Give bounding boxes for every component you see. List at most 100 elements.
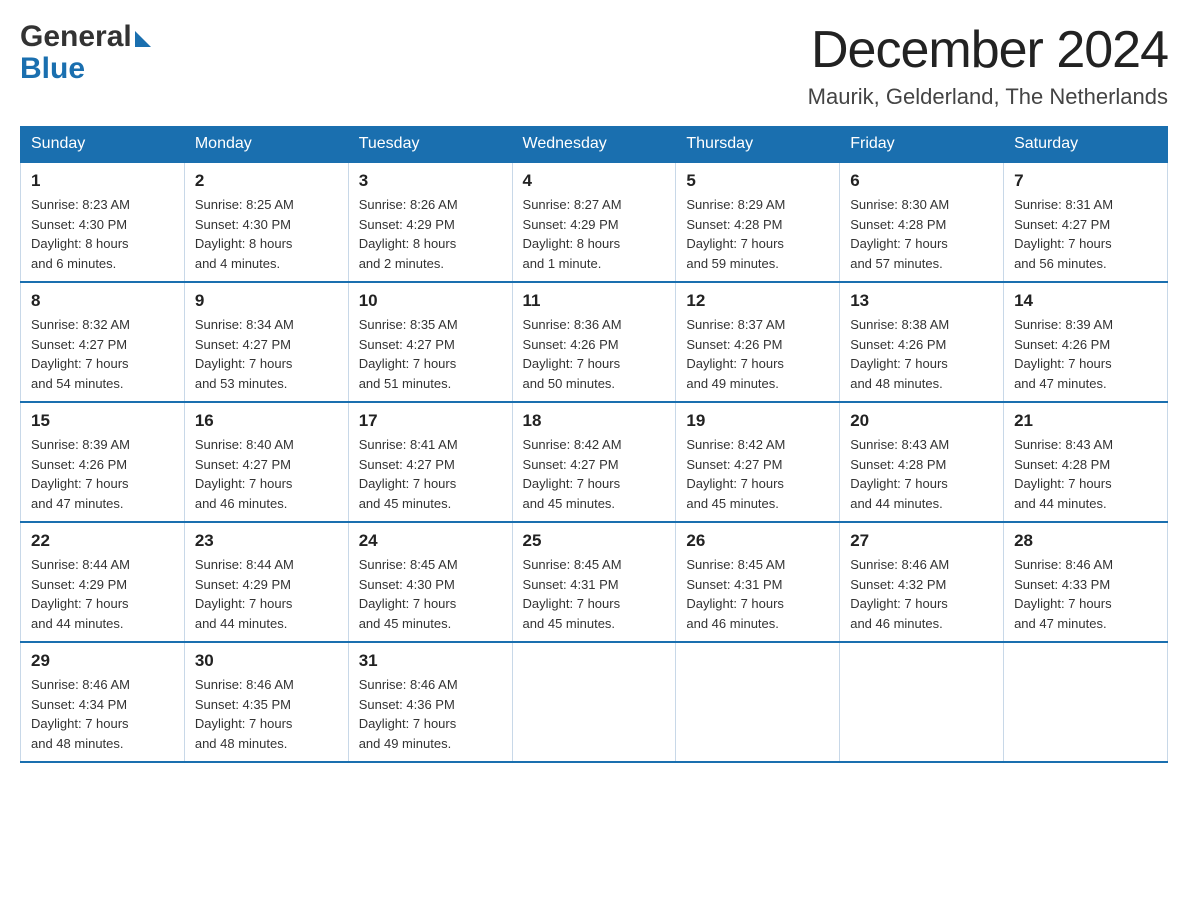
day-number: 15 <box>31 411 174 431</box>
day-number: 12 <box>686 291 829 311</box>
day-number: 10 <box>359 291 502 311</box>
calendar-cell: 31 Sunrise: 8:46 AMSunset: 4:36 PMDaylig… <box>348 642 512 762</box>
day-info: Sunrise: 8:27 AMSunset: 4:29 PMDaylight:… <box>523 195 666 273</box>
logo-blue: Blue <box>20 52 85 86</box>
day-info: Sunrise: 8:46 AMSunset: 4:36 PMDaylight:… <box>359 675 502 753</box>
calendar-cell: 22 Sunrise: 8:44 AMSunset: 4:29 PMDaylig… <box>21 522 185 642</box>
week-row-3: 15 Sunrise: 8:39 AMSunset: 4:26 PMDaylig… <box>21 402 1168 522</box>
day-number: 20 <box>850 411 993 431</box>
calendar-cell: 8 Sunrise: 8:32 AMSunset: 4:27 PMDayligh… <box>21 282 185 402</box>
calendar-cell <box>840 642 1004 762</box>
day-info: Sunrise: 8:32 AMSunset: 4:27 PMDaylight:… <box>31 315 174 393</box>
page-header: General Blue December 2024 Maurik, Gelde… <box>20 20 1168 110</box>
week-row-5: 29 Sunrise: 8:46 AMSunset: 4:34 PMDaylig… <box>21 642 1168 762</box>
day-info: Sunrise: 8:43 AMSunset: 4:28 PMDaylight:… <box>1014 435 1157 513</box>
week-row-2: 8 Sunrise: 8:32 AMSunset: 4:27 PMDayligh… <box>21 282 1168 402</box>
calendar-cell: 14 Sunrise: 8:39 AMSunset: 4:26 PMDaylig… <box>1004 282 1168 402</box>
title-area: December 2024 Maurik, Gelderland, The Ne… <box>808 20 1168 110</box>
header-wednesday: Wednesday <box>512 127 676 163</box>
logo-chevron-icon <box>135 31 151 47</box>
calendar-cell: 25 Sunrise: 8:45 AMSunset: 4:31 PMDaylig… <box>512 522 676 642</box>
day-number: 14 <box>1014 291 1157 311</box>
day-info: Sunrise: 8:46 AMSunset: 4:34 PMDaylight:… <box>31 675 174 753</box>
day-info: Sunrise: 8:36 AMSunset: 4:26 PMDaylight:… <box>523 315 666 393</box>
page-subtitle: Maurik, Gelderland, The Netherlands <box>808 84 1168 110</box>
calendar-cell <box>512 642 676 762</box>
calendar-cell: 21 Sunrise: 8:43 AMSunset: 4:28 PMDaylig… <box>1004 402 1168 522</box>
day-number: 5 <box>686 171 829 191</box>
calendar-cell: 23 Sunrise: 8:44 AMSunset: 4:29 PMDaylig… <box>184 522 348 642</box>
calendar-cell <box>1004 642 1168 762</box>
calendar-cell: 3 Sunrise: 8:26 AMSunset: 4:29 PMDayligh… <box>348 162 512 282</box>
day-info: Sunrise: 8:37 AMSunset: 4:26 PMDaylight:… <box>686 315 829 393</box>
day-info: Sunrise: 8:30 AMSunset: 4:28 PMDaylight:… <box>850 195 993 273</box>
calendar-cell: 16 Sunrise: 8:40 AMSunset: 4:27 PMDaylig… <box>184 402 348 522</box>
day-info: Sunrise: 8:45 AMSunset: 4:31 PMDaylight:… <box>523 555 666 633</box>
calendar-cell: 10 Sunrise: 8:35 AMSunset: 4:27 PMDaylig… <box>348 282 512 402</box>
day-info: Sunrise: 8:46 AMSunset: 4:35 PMDaylight:… <box>195 675 338 753</box>
day-info: Sunrise: 8:40 AMSunset: 4:27 PMDaylight:… <box>195 435 338 513</box>
page-title: December 2024 <box>808 20 1168 80</box>
calendar-cell: 6 Sunrise: 8:30 AMSunset: 4:28 PMDayligh… <box>840 162 1004 282</box>
calendar-table: SundayMondayTuesdayWednesdayThursdayFrid… <box>20 126 1168 763</box>
day-number: 23 <box>195 531 338 551</box>
calendar-cell: 24 Sunrise: 8:45 AMSunset: 4:30 PMDaylig… <box>348 522 512 642</box>
calendar-cell: 30 Sunrise: 8:46 AMSunset: 4:35 PMDaylig… <box>184 642 348 762</box>
day-number: 17 <box>359 411 502 431</box>
day-info: Sunrise: 8:44 AMSunset: 4:29 PMDaylight:… <box>31 555 174 633</box>
header-saturday: Saturday <box>1004 127 1168 163</box>
calendar-cell: 17 Sunrise: 8:41 AMSunset: 4:27 PMDaylig… <box>348 402 512 522</box>
day-number: 27 <box>850 531 993 551</box>
day-number: 13 <box>850 291 993 311</box>
day-number: 28 <box>1014 531 1157 551</box>
day-info: Sunrise: 8:29 AMSunset: 4:28 PMDaylight:… <box>686 195 829 273</box>
day-number: 18 <box>523 411 666 431</box>
day-info: Sunrise: 8:25 AMSunset: 4:30 PMDaylight:… <box>195 195 338 273</box>
weekday-header-row: SundayMondayTuesdayWednesdayThursdayFrid… <box>21 127 1168 163</box>
day-number: 4 <box>523 171 666 191</box>
day-number: 3 <box>359 171 502 191</box>
calendar-cell: 15 Sunrise: 8:39 AMSunset: 4:26 PMDaylig… <box>21 402 185 522</box>
day-number: 16 <box>195 411 338 431</box>
day-info: Sunrise: 8:44 AMSunset: 4:29 PMDaylight:… <box>195 555 338 633</box>
day-info: Sunrise: 8:34 AMSunset: 4:27 PMDaylight:… <box>195 315 338 393</box>
calendar-cell: 28 Sunrise: 8:46 AMSunset: 4:33 PMDaylig… <box>1004 522 1168 642</box>
day-info: Sunrise: 8:39 AMSunset: 4:26 PMDaylight:… <box>1014 315 1157 393</box>
day-info: Sunrise: 8:46 AMSunset: 4:32 PMDaylight:… <box>850 555 993 633</box>
calendar-cell: 7 Sunrise: 8:31 AMSunset: 4:27 PMDayligh… <box>1004 162 1168 282</box>
calendar-cell: 11 Sunrise: 8:36 AMSunset: 4:26 PMDaylig… <box>512 282 676 402</box>
day-info: Sunrise: 8:45 AMSunset: 4:30 PMDaylight:… <box>359 555 502 633</box>
calendar-cell: 26 Sunrise: 8:45 AMSunset: 4:31 PMDaylig… <box>676 522 840 642</box>
day-info: Sunrise: 8:41 AMSunset: 4:27 PMDaylight:… <box>359 435 502 513</box>
day-info: Sunrise: 8:31 AMSunset: 4:27 PMDaylight:… <box>1014 195 1157 273</box>
header-tuesday: Tuesday <box>348 127 512 163</box>
day-number: 2 <box>195 171 338 191</box>
day-number: 31 <box>359 651 502 671</box>
day-info: Sunrise: 8:26 AMSunset: 4:29 PMDaylight:… <box>359 195 502 273</box>
calendar-cell: 19 Sunrise: 8:42 AMSunset: 4:27 PMDaylig… <box>676 402 840 522</box>
calendar-cell: 1 Sunrise: 8:23 AMSunset: 4:30 PMDayligh… <box>21 162 185 282</box>
calendar-cell: 5 Sunrise: 8:29 AMSunset: 4:28 PMDayligh… <box>676 162 840 282</box>
day-info: Sunrise: 8:46 AMSunset: 4:33 PMDaylight:… <box>1014 555 1157 633</box>
day-info: Sunrise: 8:23 AMSunset: 4:30 PMDaylight:… <box>31 195 174 273</box>
day-number: 29 <box>31 651 174 671</box>
week-row-1: 1 Sunrise: 8:23 AMSunset: 4:30 PMDayligh… <box>21 162 1168 282</box>
calendar-cell: 20 Sunrise: 8:43 AMSunset: 4:28 PMDaylig… <box>840 402 1004 522</box>
day-number: 22 <box>31 531 174 551</box>
calendar-cell: 27 Sunrise: 8:46 AMSunset: 4:32 PMDaylig… <box>840 522 1004 642</box>
day-number: 26 <box>686 531 829 551</box>
calendar-cell: 29 Sunrise: 8:46 AMSunset: 4:34 PMDaylig… <box>21 642 185 762</box>
day-number: 1 <box>31 171 174 191</box>
day-number: 8 <box>31 291 174 311</box>
calendar-cell <box>676 642 840 762</box>
day-number: 6 <box>850 171 993 191</box>
logo-general: General <box>20 20 132 54</box>
calendar-cell: 2 Sunrise: 8:25 AMSunset: 4:30 PMDayligh… <box>184 162 348 282</box>
day-info: Sunrise: 8:39 AMSunset: 4:26 PMDaylight:… <box>31 435 174 513</box>
day-info: Sunrise: 8:45 AMSunset: 4:31 PMDaylight:… <box>686 555 829 633</box>
day-info: Sunrise: 8:35 AMSunset: 4:27 PMDaylight:… <box>359 315 502 393</box>
day-number: 7 <box>1014 171 1157 191</box>
day-info: Sunrise: 8:43 AMSunset: 4:28 PMDaylight:… <box>850 435 993 513</box>
logo: General Blue <box>20 20 151 86</box>
calendar-cell: 12 Sunrise: 8:37 AMSunset: 4:26 PMDaylig… <box>676 282 840 402</box>
